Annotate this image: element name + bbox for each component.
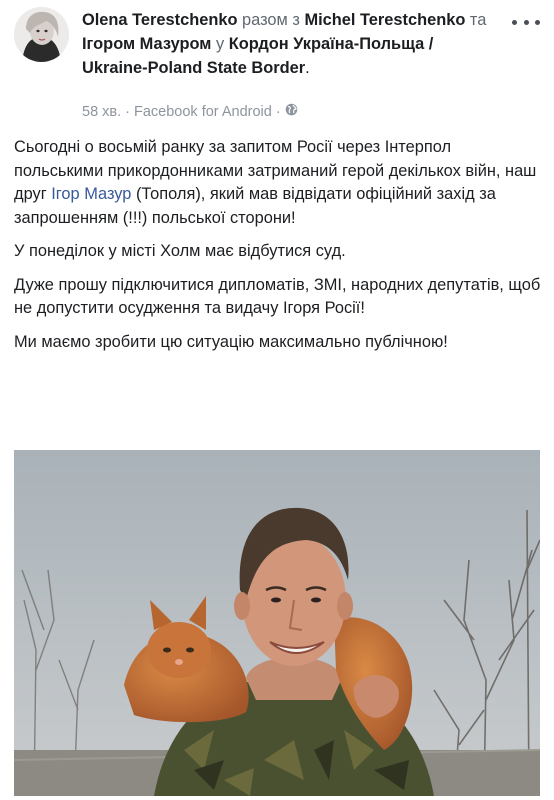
paragraph-2: У понеділок у місті Холм має відбутися с… bbox=[14, 242, 346, 260]
mention-link[interactable]: Ігор Мазур bbox=[51, 185, 131, 203]
tagged-person-2[interactable]: Ігором Мазуром bbox=[82, 35, 211, 53]
paragraph-4: Ми маємо зробити цю ситуацію максимально… bbox=[14, 332, 448, 351]
period: . bbox=[305, 59, 310, 77]
meta-separator: · bbox=[275, 103, 281, 120]
and-text: та bbox=[469, 11, 487, 29]
at-text: у bbox=[215, 35, 225, 53]
paragraph-1: Сьогодні о восьмій ранку за запитом Росі… bbox=[14, 138, 537, 227]
post-time[interactable]: 58 хв. bbox=[82, 104, 121, 120]
post-photo[interactable] bbox=[14, 450, 540, 796]
post-author-line: Olena Terestchenko разом з Michel Terest… bbox=[82, 8, 492, 80]
with-text: разом з bbox=[242, 11, 300, 29]
paragraph-3: Дуже прошу підключитися дипломатів, ЗМІ,… bbox=[14, 275, 541, 318]
post-header: Olena Terestchenko разом з Michel Terest… bbox=[0, 0, 554, 128]
post-source: Facebook for Android bbox=[133, 103, 272, 120]
avatar[interactable] bbox=[14, 7, 69, 62]
post-meta: 58 хв. · Facebook for Android · bbox=[82, 103, 298, 120]
more-options-icon[interactable] bbox=[512, 14, 540, 30]
author-name[interactable]: Olena Terestchenko bbox=[82, 11, 237, 29]
globe-icon bbox=[285, 103, 298, 120]
post-body: Сьогодні о восьмій ранку за запитом Росі… bbox=[14, 136, 542, 364]
tagged-person-1[interactable]: Michel Terestchenko bbox=[304, 11, 465, 29]
meta-separator: · bbox=[125, 103, 130, 120]
